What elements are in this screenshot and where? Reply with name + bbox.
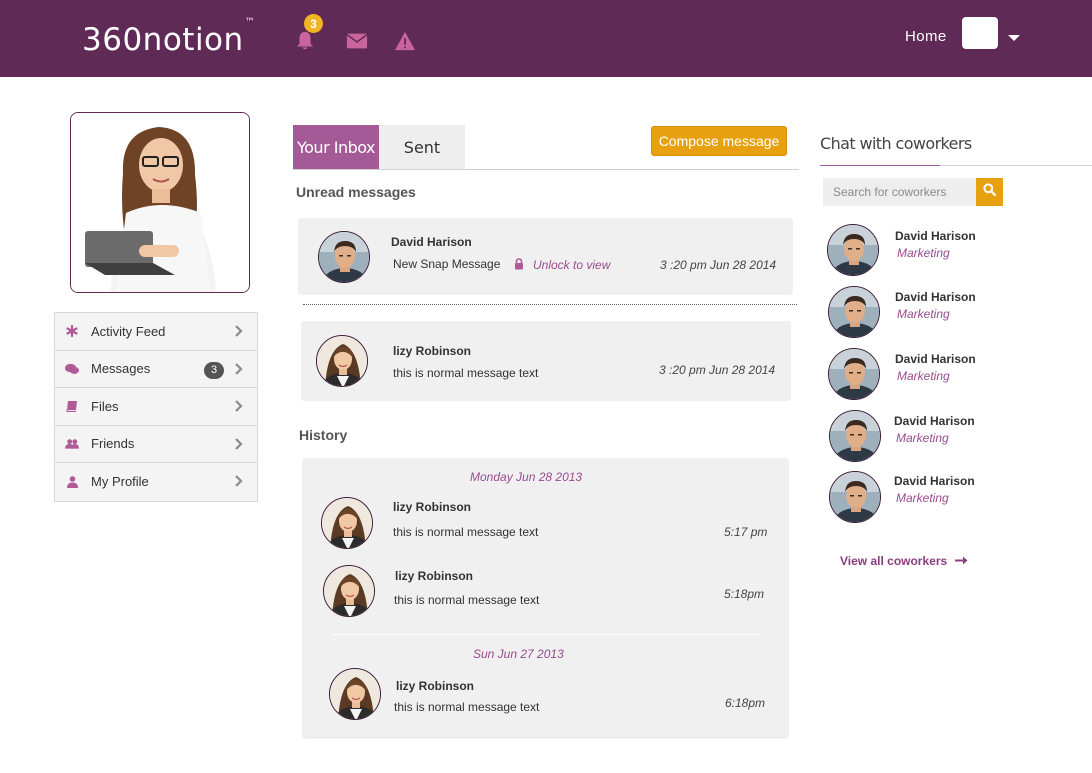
view-all-coworkers-link[interactable]: View all coworkers	[840, 554, 968, 568]
tab-your-inbox[interactable]: Your Inbox	[293, 125, 379, 169]
message-card[interactable]: lizy Robinson this is normal message tex…	[301, 321, 791, 401]
user-avatar[interactable]	[962, 17, 998, 49]
message-text: New Snap Message	[393, 257, 501, 271]
coworker-role: Marketing	[896, 491, 949, 505]
chevron-right-icon	[235, 400, 243, 415]
sender-avatar	[321, 497, 373, 549]
user-icon	[65, 475, 79, 488]
coworker-avatar	[828, 348, 880, 400]
history-date: Sun Jun 27 2013	[473, 647, 564, 661]
chevron-right-icon	[235, 362, 243, 378]
sender-avatar	[316, 335, 368, 387]
sidebar-item-friends[interactable]: Friends	[55, 426, 257, 463]
message-text: this is normal message text	[393, 525, 539, 539]
sidebar-item-label: Activity Feed	[91, 323, 166, 339]
book-icon	[65, 400, 79, 413]
compose-message-button[interactable]: Compose message	[651, 126, 787, 156]
warning-icon[interactable]	[392, 28, 418, 54]
logo-text: 360notion	[82, 22, 244, 58]
chevron-right-icon	[235, 475, 243, 490]
app-logo[interactable]: 360notion™	[82, 17, 255, 58]
sidebar-item-label: Messages	[91, 361, 151, 377]
chat-panel-title: Chat with coworkers	[820, 134, 972, 153]
asterisk-icon	[65, 325, 79, 338]
sender-avatar	[323, 565, 375, 617]
lock-icon	[514, 257, 524, 275]
coworker-name: David Harison	[895, 352, 976, 366]
coworker-role: Marketing	[896, 431, 949, 445]
tabs-divider	[293, 169, 799, 170]
sidebar-item-label: Files	[91, 398, 119, 414]
coworker-avatar	[828, 286, 880, 338]
sidebar-item-my-profile[interactable]: My Profile	[55, 463, 257, 501]
sender-name: lizy Robinson	[393, 344, 471, 358]
sidebar-item-label: Friends	[91, 436, 135, 452]
coworker-search-input[interactable]	[823, 178, 976, 206]
unread-messages-heading: Unread messages	[296, 184, 416, 200]
unlock-to-view-link[interactable]: Unlock to view	[533, 258, 610, 272]
top-navbar: 360notion™ 3 Home	[0, 0, 1092, 77]
sidebar-item-files[interactable]: Files	[55, 388, 257, 426]
coworker-role: Marketing	[897, 307, 950, 321]
sender-name: David Harison	[391, 235, 472, 249]
message-time: 6:18pm	[725, 696, 766, 710]
message-text: this is normal message text	[394, 700, 540, 714]
message-time: 3 :20 pm Jun 28 2014	[659, 363, 776, 377]
sidebar-item-activity-feed[interactable]: Activity Feed	[55, 313, 257, 351]
sidebar-item-messages[interactable]: Messages 3	[55, 351, 257, 388]
coworker-avatar	[829, 410, 881, 462]
chevron-right-icon	[235, 325, 243, 340]
sidebar-menu: Activity Feed Messages 3 Files Friends M…	[54, 312, 258, 502]
message-text: this is normal message text	[393, 366, 539, 380]
coworker-name: David Harison	[895, 290, 976, 304]
search-icon	[983, 183, 997, 201]
sender-avatar	[318, 231, 370, 283]
sidebar-item-label: My Profile	[91, 474, 149, 490]
message-text: this is normal message text	[394, 593, 540, 607]
sender-name: lizy Robinson	[393, 500, 471, 514]
logo-trademark: ™	[244, 16, 256, 28]
history-date: Monday Jun 28 2013	[470, 470, 583, 484]
message-time: 5:18pm	[724, 587, 765, 601]
coworker-name: David Harison	[894, 414, 975, 428]
message-card[interactable]: David Harison New Snap Message Unlock to…	[298, 218, 793, 295]
user-menu-caret-icon[interactable]	[1008, 35, 1020, 41]
users-icon	[65, 438, 79, 450]
history-heading: History	[299, 427, 348, 443]
chevron-right-icon	[235, 437, 243, 453]
sender-name: lizy Robinson	[395, 569, 473, 583]
chat-title-accent	[820, 165, 940, 166]
sender-avatar	[329, 668, 381, 720]
coworker-role: Marketing	[897, 246, 950, 260]
coworker-name: David Harison	[894, 474, 975, 488]
home-link[interactable]: Home	[905, 28, 947, 45]
chat-icon	[65, 363, 79, 375]
sender-name: lizy Robinson	[396, 679, 474, 693]
coworker-avatar	[829, 471, 881, 523]
coworker-role: Marketing	[897, 369, 950, 383]
tab-sent[interactable]: Sent	[379, 125, 465, 169]
envelope-icon[interactable]	[344, 28, 370, 54]
message-time: 5:17 pm	[724, 525, 768, 539]
coworker-name: David Harison	[895, 229, 976, 243]
view-all-label: View all coworkers	[840, 554, 948, 568]
profile-photo	[70, 112, 250, 293]
arrow-right-icon	[955, 554, 968, 568]
notification-badge: 3	[304, 14, 323, 33]
search-button[interactable]	[976, 178, 1003, 206]
history-divider	[332, 634, 760, 635]
dotted-divider	[303, 304, 797, 305]
message-time: 3 :20 pm Jun 28 2014	[660, 258, 777, 272]
coworker-avatar	[827, 224, 879, 276]
messages-count-badge: 3	[204, 361, 224, 379]
